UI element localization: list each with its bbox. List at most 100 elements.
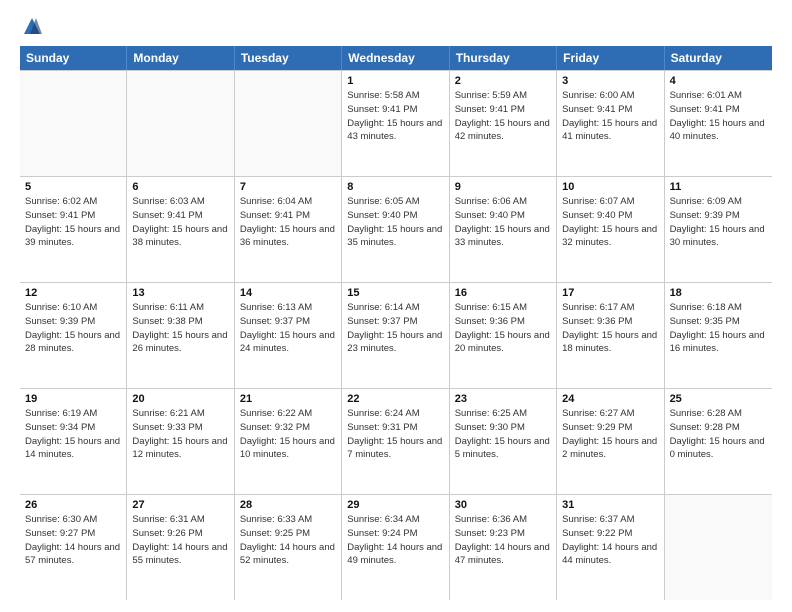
sunrise-text: Sunrise: 6:27 AM [562,407,658,421]
calendar-week-3: 12Sunrise: 6:10 AMSunset: 9:39 PMDayligh… [20,283,772,389]
calendar-cell-2-6: 10Sunrise: 6:07 AMSunset: 9:40 PMDayligh… [557,177,664,282]
calendar-cell-1-4: 1 Sunrise: 5:58 AMSunset: 9:41 PMDaylight… [342,71,449,176]
sunrise-text: Sunrise: 6:36 AM [455,513,551,527]
day-number: 22 [347,393,443,405]
sunrise-text: Sunrise: 6:07 AM [562,195,658,209]
calendar-cell-3-7: 18Sunrise: 6:18 AMSunset: 9:35 PMDayligh… [665,283,772,388]
calendar-cell-5-7 [665,495,772,600]
sunset-text: Sunset: 9:37 PM [240,315,336,329]
sunset-text: Sunset: 9:38 PM [132,315,228,329]
daylight-text: Daylight: 15 hours and 7 minutes. [347,435,443,463]
calendar-cell-2-7: 11Sunrise: 6:09 AMSunset: 9:39 PMDayligh… [665,177,772,282]
calendar-header: Sunday Monday Tuesday Wednesday Thursday… [20,46,772,70]
sunset-text: Sunset: 9:37 PM [347,315,443,329]
daylight-text: Daylight: 15 hours and 43 minutes. [347,117,443,145]
sunset-text: Sunset: 9:34 PM [25,421,121,435]
sunset-text: Sunset: 9:40 PM [455,209,551,223]
sunset-text: Sunset: 9:32 PM [240,421,336,435]
sunrise-text: Sunrise: 6:24 AM [347,407,443,421]
sunset-text: Sunset: 9:41 PM [132,209,228,223]
calendar-cell-2-2: 6 Sunrise: 6:03 AMSunset: 9:41 PMDaylight… [127,177,234,282]
weekday-friday: Friday [557,46,664,70]
daylight-text: Daylight: 14 hours and 55 minutes. [132,541,228,569]
sunrise-text: Sunrise: 5:58 AM [347,89,443,103]
calendar-cell-2-3: 7Sunrise: 6:04 AMSunset: 9:41 PMDaylight… [235,177,342,282]
daylight-text: Daylight: 15 hours and 38 minutes. [132,223,228,251]
weekday-wednesday: Wednesday [342,46,449,70]
day-number: 28 [240,499,336,511]
weekday-monday: Monday [127,46,234,70]
sunrise-text: Sunrise: 6:28 AM [670,407,767,421]
sunset-text: Sunset: 9:36 PM [455,315,551,329]
sunrise-text: Sunrise: 6:17 AM [562,301,658,315]
calendar-cell-5-2: 27Sunrise: 6:31 AMSunset: 9:26 PMDayligh… [127,495,234,600]
sunset-text: Sunset: 9:40 PM [347,209,443,223]
calendar: Sunday Monday Tuesday Wednesday Thursday… [20,46,772,600]
daylight-text: Daylight: 15 hours and 36 minutes. [240,223,336,251]
sunrise-text: Sunrise: 6:33 AM [240,513,336,527]
day-number: 24 [562,393,658,405]
calendar-cell-3-4: 15Sunrise: 6:14 AMSunset: 9:37 PMDayligh… [342,283,449,388]
sunrise-text: Sunrise: 6:31 AM [132,513,228,527]
sunset-text: Sunset: 9:41 PM [347,103,443,117]
sunset-text: Sunset: 9:35 PM [670,315,767,329]
day-number: 6 [132,181,228,193]
calendar-cell-4-4: 22Sunrise: 6:24 AMSunset: 9:31 PMDayligh… [342,389,449,494]
calendar-body: 1Sunrise: 5:58 AMSunset: 9:41 PMDaylight… [20,70,772,600]
day-number: 29 [347,499,443,511]
calendar-cell-4-1: 19Sunrise: 6:19 AMSunset: 9:34 PMDayligh… [20,389,127,494]
header [20,16,772,36]
weekday-tuesday: Tuesday [235,46,342,70]
sunrise-text: Sunrise: 6:19 AM [25,407,121,421]
daylight-text: Daylight: 14 hours and 57 minutes. [25,541,121,569]
sunset-text: Sunset: 9:36 PM [562,315,658,329]
calendar-cell-4-3: 21Sunrise: 6:22 AMSunset: 9:32 PMDayligh… [235,389,342,494]
sunrise-text: Sunrise: 6:25 AM [455,407,551,421]
page: Sunday Monday Tuesday Wednesday Thursday… [0,0,792,612]
day-number: 20 [132,393,228,405]
sunset-text: Sunset: 9:41 PM [25,209,121,223]
sunrise-text: Sunrise: 6:30 AM [25,513,121,527]
day-number: 1 [347,75,443,87]
day-number: 7 [240,181,336,193]
calendar-cell-2-4: 8Sunrise: 6:05 AMSunset: 9:40 PMDaylight… [342,177,449,282]
calendar-week-1: 1Sunrise: 5:58 AMSunset: 9:41 PMDaylight… [20,71,772,177]
sunrise-text: Sunrise: 6:03 AM [132,195,228,209]
sunset-text: Sunset: 9:29 PM [562,421,658,435]
calendar-cell-2-5: 9Sunrise: 6:06 AMSunset: 9:40 PMDaylight… [450,177,557,282]
day-number: 15 [347,287,443,299]
daylight-text: Daylight: 15 hours and 40 minutes. [670,117,767,145]
daylight-text: Daylight: 15 hours and 10 minutes. [240,435,336,463]
day-number: 4 [670,75,767,87]
calendar-week-2: 5Sunrise: 6:02 AMSunset: 9:41 PMDaylight… [20,177,772,283]
sunrise-text: Sunrise: 6:22 AM [240,407,336,421]
sunrise-text: Sunrise: 6:05 AM [347,195,443,209]
sunrise-text: Sunrise: 6:00 AM [562,89,658,103]
sunrise-text: Sunrise: 6:01 AM [670,89,767,103]
daylight-text: Daylight: 15 hours and 0 minutes. [670,435,767,463]
sunrise-text: Sunrise: 5:59 AM [455,89,551,103]
calendar-cell-5-6: 31Sunrise: 6:37 AMSunset: 9:22 PMDayligh… [557,495,664,600]
sunset-text: Sunset: 9:41 PM [562,103,658,117]
calendar-cell-4-7: 25Sunrise: 6:28 AMSunset: 9:28 PMDayligh… [665,389,772,494]
calendar-cell-5-4: 29Sunrise: 6:34 AMSunset: 9:24 PMDayligh… [342,495,449,600]
calendar-cell-3-6: 17Sunrise: 6:17 AMSunset: 9:36 PMDayligh… [557,283,664,388]
weekday-sunday: Sunday [20,46,127,70]
sunrise-text: Sunrise: 6:18 AM [670,301,767,315]
daylight-text: Daylight: 15 hours and 28 minutes. [25,329,121,357]
daylight-text: Daylight: 15 hours and 14 minutes. [25,435,121,463]
sunrise-text: Sunrise: 6:06 AM [455,195,551,209]
calendar-cell-5-3: 28Sunrise: 6:33 AMSunset: 9:25 PMDayligh… [235,495,342,600]
daylight-text: Daylight: 15 hours and 39 minutes. [25,223,121,251]
day-number: 11 [670,181,767,193]
calendar-cell-3-2: 13Sunrise: 6:11 AMSunset: 9:38 PMDayligh… [127,283,234,388]
calendar-cell-4-2: 20Sunrise: 6:21 AMSunset: 9:33 PMDayligh… [127,389,234,494]
sunrise-text: Sunrise: 6:14 AM [347,301,443,315]
sunset-text: Sunset: 9:26 PM [132,527,228,541]
weekday-thursday: Thursday [450,46,557,70]
calendar-cell-4-6: 24Sunrise: 6:27 AMSunset: 9:29 PMDayligh… [557,389,664,494]
calendar-cell-1-7: 4Sunrise: 6:01 AMSunset: 9:41 PMDaylight… [665,71,772,176]
sunrise-text: Sunrise: 6:21 AM [132,407,228,421]
daylight-text: Daylight: 15 hours and 33 minutes. [455,223,551,251]
sunrise-text: Sunrise: 6:09 AM [670,195,767,209]
